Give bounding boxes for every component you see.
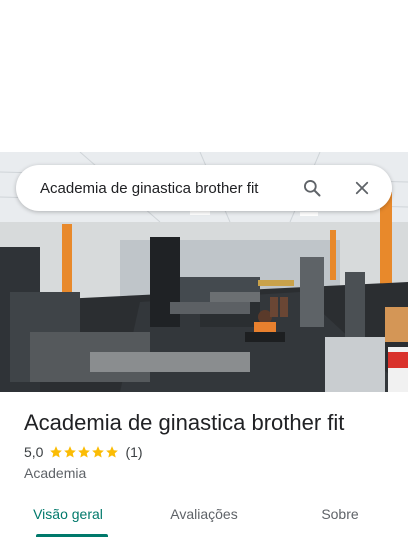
tab-reviews[interactable]: Avaliações	[136, 498, 272, 538]
place-title: Academia de ginastica brother fit	[24, 410, 345, 435]
tab-overview[interactable]: Visão geral	[0, 498, 136, 538]
maps-place-screen: Academia de ginastica brother fit Academ…	[0, 0, 408, 544]
rating-value: 5,0	[24, 444, 44, 460]
search-input[interactable]: Academia de ginastica brother fit	[40, 180, 294, 197]
rating-row[interactable]: 5,0 (1)	[24, 444, 143, 460]
active-tab-indicator	[36, 534, 108, 537]
star-icon	[78, 446, 91, 458]
review-count[interactable]: (1)	[125, 444, 142, 460]
star-rating	[49, 445, 119, 459]
star-icon	[106, 446, 119, 458]
star-icon	[64, 446, 77, 458]
star-icon	[50, 446, 63, 458]
star-icon	[92, 446, 105, 458]
search-bar[interactable]: Academia de ginastica brother fit	[16, 165, 392, 211]
tab-about[interactable]: Sobre	[272, 498, 408, 538]
close-icon[interactable]	[344, 170, 380, 206]
search-icon[interactable]	[294, 170, 330, 206]
place-category: Academia	[24, 465, 87, 481]
place-tabs: Visão geral Avaliações Sobre	[0, 498, 408, 538]
